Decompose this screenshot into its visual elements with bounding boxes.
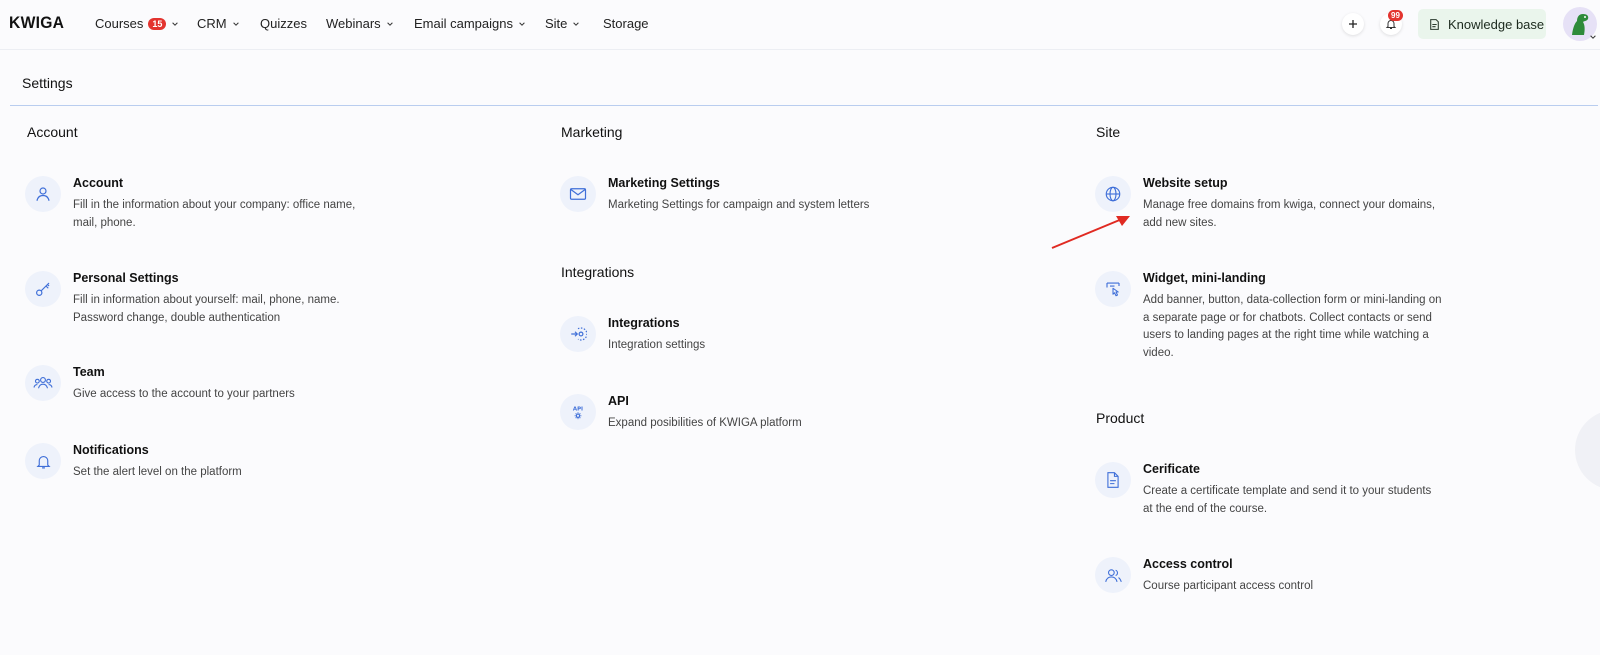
section-heading-site: Site: [1096, 124, 1121, 140]
section-heading-marketing: Marketing: [561, 124, 623, 140]
nav-email-campaigns-label: Email campaigns: [414, 16, 513, 31]
settings-item-description: Add banner, button, data-collection form…: [1143, 294, 1442, 359]
knowledge-base-label: Knowledge base: [1448, 16, 1545, 32]
red-annotation-arrow-icon: [1051, 216, 1130, 249]
settings-item-description: Course participant access control: [1143, 580, 1314, 592]
nav-email-campaigns[interactable]: Email campaigns: [414, 16, 526, 31]
api-icon: API: [560, 394, 596, 430]
divider: [10, 105, 1598, 106]
section-heading-integrations: Integrations: [561, 264, 635, 280]
settings-item-description: Marketing Settings for campaign and syst…: [608, 199, 870, 211]
top-navigation-bar: KWIGA Courses 15 CRM Quizzes Webinars Em…: [0, 0, 1600, 50]
settings-item-title: Cerificate: [1143, 462, 1200, 476]
chevron-down-icon: [519, 21, 525, 26]
section-heading-account: Account: [27, 124, 78, 140]
nav-courses[interactable]: Courses 15: [95, 16, 179, 31]
courses-count-badge: 15: [148, 17, 167, 30]
team-icon: [25, 365, 61, 401]
bell-icon: [25, 443, 61, 479]
chevron-down-icon: [386, 21, 393, 26]
settings-item-description: Fill in information about yourself: mail…: [73, 294, 340, 324]
nav-crm[interactable]: CRM: [197, 16, 240, 31]
side-panel-handle: [1575, 410, 1600, 490]
nav-webinars-label: Webinars: [326, 16, 381, 31]
mail-icon: [560, 176, 596, 212]
plus-icon: [1349, 20, 1357, 28]
knowledge-base-button[interactable]: Knowledge base: [1418, 9, 1546, 39]
notifications-count-badge: 99: [1388, 10, 1403, 21]
nav-storage[interactable]: Storage: [603, 16, 649, 31]
key-icon: [25, 271, 61, 307]
settings-item-description: Integration settings: [608, 339, 706, 351]
add-button[interactable]: [1342, 13, 1364, 35]
nav-quizzes-label: Quizzes: [260, 16, 307, 31]
nav-quizzes[interactable]: Quizzes: [260, 16, 307, 31]
chevron-down-icon[interactable]: [1589, 33, 1597, 41]
chevron-down-icon: [232, 21, 239, 26]
settings-item-title: Access control: [1143, 557, 1233, 571]
settings-item-title: Marketing Settings: [608, 176, 720, 190]
kwiga-logo[interactable]: KWIGA: [9, 13, 64, 33]
widget-icon: [1095, 271, 1131, 307]
integration-icon: [560, 316, 596, 352]
settings-item-title: Website setup: [1143, 176, 1228, 190]
settings-item-title: API: [608, 394, 629, 408]
nav-site-label: Site: [545, 16, 568, 31]
book-icon: [1430, 18, 1439, 30]
globe-icon: [1095, 176, 1131, 212]
nav-storage-label: Storage: [603, 16, 649, 31]
chevron-down-icon: [573, 21, 580, 26]
chevron-down-icon: [172, 21, 179, 26]
settings-item-title: Integrations: [608, 316, 680, 330]
settings-item-description: Manage free domains from kwiga, connect …: [1143, 199, 1436, 229]
page-title: Settings: [22, 75, 73, 91]
document-icon: [1095, 462, 1131, 498]
settings-item-description: Fill in the information about your compa…: [73, 199, 356, 229]
settings-item-title: Personal Settings: [73, 271, 179, 285]
nav-courses-label: Courses: [95, 16, 144, 31]
settings-item-description: Set the alert level on the platform: [73, 466, 242, 478]
access-users-icon: [1095, 557, 1131, 593]
section-heading-product: Product: [1096, 410, 1145, 426]
settings-item-title: Account: [73, 176, 123, 190]
nav-site[interactable]: Site: [545, 16, 580, 31]
settings-item-description: Give access to the account to your partn…: [73, 388, 295, 400]
settings-item-title: Widget, mini-landing: [1143, 271, 1266, 285]
settings-item-description: Create a certificate template and send i…: [1143, 485, 1432, 515]
settings-item-title: Notifications: [73, 443, 149, 457]
nav-webinars[interactable]: Webinars: [326, 16, 394, 31]
settings-item-title: Team: [73, 365, 105, 379]
user-icon: [25, 176, 61, 212]
svg-text:API: API: [573, 406, 583, 412]
settings-item-description: Expand posibilities of KWIGA platform: [608, 417, 802, 429]
nav-crm-label: CRM: [197, 16, 227, 31]
